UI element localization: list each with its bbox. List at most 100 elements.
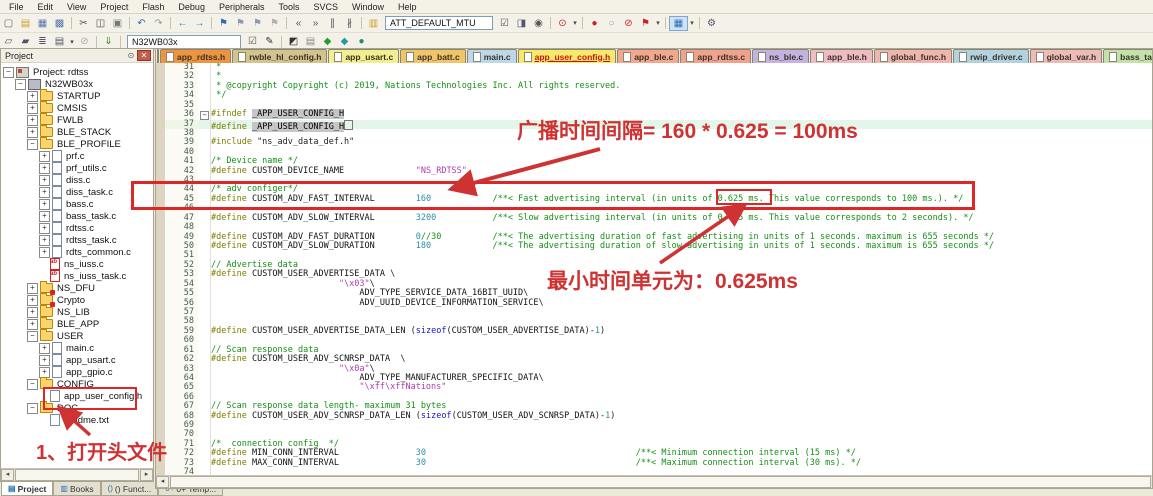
code-line[interactable]: 33 * @copyright Copyright (c) 2019, Nati… <box>156 82 1152 91</box>
find-dropdown[interactable]: ▾ <box>571 19 579 27</box>
expand-icon[interactable]: + <box>27 283 38 294</box>
scroll-right-icon[interactable]: ▸ <box>140 469 153 481</box>
target-options-icon[interactable]: ✎ <box>261 34 278 49</box>
find-in-files-icon[interactable]: ▥ <box>365 16 382 31</box>
copy-tool-icon[interactable]: ▤ <box>302 34 319 49</box>
editor-tab-global-var-h[interactable]: global_var.h <box>1030 49 1103 63</box>
expand-icon[interactable]: + <box>39 343 50 354</box>
breakpoint-icon[interactable]: ● <box>586 16 603 31</box>
editor-tab-main-c[interactable]: main.c <box>467 49 517 63</box>
expand-icon[interactable]: + <box>39 247 50 258</box>
bookmark-next-icon[interactable]: ⚑ <box>249 16 266 31</box>
unindent-icon[interactable]: « <box>290 16 307 31</box>
editor-tab-app-rdtss-c[interactable]: app_rdtss.c <box>680 49 751 63</box>
tree-item-doc[interactable]: −DOC <box>1 402 153 414</box>
paste-icon[interactable]: ▣ <box>109 16 126 31</box>
menu-view[interactable]: View <box>60 2 93 12</box>
pin-icon[interactable]: ⊙ <box>125 51 137 60</box>
manage-rte-icon[interactable]: ◩ <box>285 34 302 49</box>
workspace-tab-books[interactable]: ▥Books <box>53 482 100 496</box>
find-icon[interactable]: ⊙ <box>554 16 571 31</box>
expand-icon[interactable]: + <box>39 151 50 162</box>
mtu-search-combo[interactable]: ATT_DEFAULT_MTU <box>385 16 493 30</box>
code-line[interactable]: 59#define CUSTOM_USER_ADVERTISE_DATA_LEN… <box>156 327 1152 336</box>
menu-peripherals[interactable]: Peripherals <box>212 2 272 12</box>
tree-item-app-gpio-c[interactable]: +app_gpio.c <box>1 366 153 378</box>
editor-tab-partial[interactable] <box>157 49 159 63</box>
menu-window[interactable]: Window <box>345 2 391 12</box>
scroll-left-icon[interactable]: ◂ <box>156 476 169 488</box>
open-file-icon[interactable]: ▤ <box>17 16 34 31</box>
code-line[interactable]: 65 "\xff\xffNations" <box>156 383 1152 392</box>
workspace-tab--funct-[interactable]: ()() Funct... <box>101 482 159 496</box>
manage-devices-icon[interactable]: ◆ <box>336 34 353 49</box>
expand-icon[interactable]: + <box>27 319 38 330</box>
code-line[interactable]: 73#define MAX_CONN_INTERVAL 30 /**< Maxi… <box>156 459 1152 468</box>
workspace-tab-project[interactable]: ▤Project <box>1 482 53 496</box>
expand-icon[interactable]: + <box>27 295 38 306</box>
bookmark-prev-icon[interactable]: ⚑ <box>232 16 249 31</box>
stop-build-icon[interactable]: ⊘ <box>76 34 93 49</box>
editor-tab-rwble-hl-config-h[interactable]: rwble_hl_config.h <box>232 49 327 63</box>
scroll-thumb[interactable] <box>15 469 139 481</box>
expand-icon[interactable]: + <box>27 103 38 114</box>
tree-item-n32wb03x[interactable]: −N32WB03x <box>1 78 153 90</box>
code-line[interactable]: 34 */ <box>156 91 1152 100</box>
reference-icon[interactable]: ◉ <box>530 16 547 31</box>
menu-tools[interactable]: Tools <box>271 2 306 12</box>
editor-tab-app-usart-c[interactable]: app_usart.c <box>328 49 399 63</box>
wrench-icon[interactable]: ⚙ <box>703 16 720 31</box>
editor-tab-bass-task-c[interactable]: bass_task.c <box>1103 49 1152 63</box>
tree-item-prf-utils-c[interactable]: +prf_utils.c <box>1 162 153 174</box>
tree-item-ble-stack[interactable]: +BLE_STACK <box>1 126 153 138</box>
menu-help[interactable]: Help <box>391 2 424 12</box>
code-line[interactable]: 39#include "ns_adv_data_def.h" <box>156 138 1152 147</box>
close-icon[interactable]: ✕ <box>137 50 151 61</box>
batch-build-icon[interactable]: ▤ <box>51 34 68 49</box>
pack-web-icon[interactable]: ● <box>353 34 370 49</box>
tree-item-ns-dfu[interactable]: +NS_DFU <box>1 282 153 294</box>
expand-icon[interactable]: + <box>39 367 50 378</box>
nav-forward-icon[interactable]: → <box>191 16 208 31</box>
editor-tab-app-ble-c[interactable]: app_ble.c <box>617 49 679 63</box>
code-line[interactable]: 45#define CUSTOM_ADV_FAST_INTERVAL 160 /… <box>156 195 1152 204</box>
redo-icon[interactable]: ↷ <box>150 16 167 31</box>
tree-item-app-usart-c[interactable]: +app_usart.c <box>1 354 153 366</box>
breakpoint-kill-icon[interactable]: ⚑ <box>637 16 654 31</box>
pack-installer-icon[interactable]: ◆ <box>319 34 336 49</box>
code-area[interactable]: 31 *32 *33 * @copyright Copyright (c) 20… <box>156 63 1152 476</box>
menu-debug[interactable]: Debug <box>171 2 212 12</box>
code-line[interactable]: 69 <box>156 421 1152 430</box>
tree-item-bass-c[interactable]: +bass.c <box>1 198 153 210</box>
tree-item-diss-c[interactable]: +diss.c <box>1 174 153 186</box>
menu-svcs[interactable]: SVCS <box>307 2 346 12</box>
tree-item-crypto[interactable]: +Crypto <box>1 294 153 306</box>
expand-icon[interactable]: + <box>39 175 50 186</box>
project-hscrollbar[interactable]: ◂ ▸ <box>1 468 153 481</box>
code-line[interactable]: 42#define CUSTOM_DEVICE_NAME "NS_RDTSS" <box>156 167 1152 176</box>
collapse-icon[interactable]: − <box>15 79 26 90</box>
tree-item-main-c[interactable]: +main.c <box>1 342 153 354</box>
editor-tab-app-ble-h[interactable]: app_ble.h <box>810 49 873 63</box>
tree-item-ns-iuss-task-c[interactable]: ns_iuss_task.c <box>1 270 153 282</box>
tree-item-rdtss-c[interactable]: +rdtss.c <box>1 222 153 234</box>
search-checkbox-icon[interactable]: ☑ <box>496 16 513 31</box>
code-line[interactable]: 43 <box>156 176 1152 185</box>
expand-icon[interactable]: + <box>39 355 50 366</box>
indent-icon[interactable]: » <box>307 16 324 31</box>
collapse-icon[interactable]: − <box>27 403 38 414</box>
cut-icon[interactable]: ✂ <box>75 16 92 31</box>
expand-icon[interactable]: + <box>27 127 38 138</box>
code-line[interactable]: 56 ADV_UUID_DEVICE_INFORMATION_SERVICE\ <box>156 299 1152 308</box>
save-all-icon[interactable]: ▩ <box>51 16 68 31</box>
tree-item-rdtss-task-c[interactable]: +rdtss_task.c <box>1 234 153 246</box>
breakpoint-dropdown[interactable]: ▾ <box>654 19 662 27</box>
tree-item-user[interactable]: −USER <box>1 330 153 342</box>
menu-project[interactable]: Project <box>93 2 135 12</box>
tree-item-readme-txt[interactable]: readme.txt <box>1 414 153 426</box>
target-select-combo[interactable]: N32WB03x <box>127 35 241 49</box>
code-line[interactable]: 40 <box>156 148 1152 157</box>
tree-item-ble-app[interactable]: +BLE_APP <box>1 318 153 330</box>
expand-icon[interactable]: + <box>27 91 38 102</box>
tree-item-bass-task-c[interactable]: +bass_task.c <box>1 210 153 222</box>
